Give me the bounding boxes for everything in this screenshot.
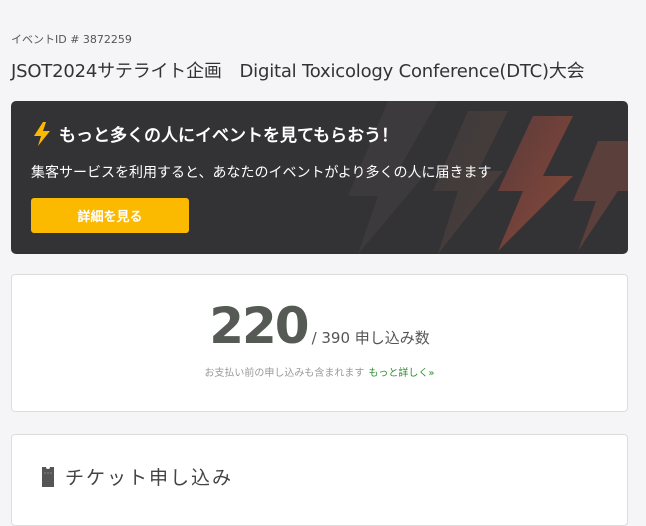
promo-title: もっと多くの人にイベントを見てもらおう！ bbox=[59, 126, 399, 146]
registration-note: お支払い前の申し込みも含まれます もっと詳しく» bbox=[12, 364, 627, 379]
ticket-heading: チケット申し込み bbox=[41, 463, 233, 490]
ticket-application-card: チケット申し込み bbox=[11, 434, 628, 526]
promo-details-button[interactable]: 詳細を見る bbox=[31, 198, 189, 233]
promo-banner: もっと多くの人にイベントを見てもらおう！ 集客サービスを利用すると、あなたのイベ… bbox=[11, 101, 628, 254]
registration-count-card: 220/ 390 申し込み数 お支払い前の申し込みも含まれます もっと詳しく» bbox=[11, 274, 628, 412]
registration-count: 220 bbox=[209, 297, 309, 355]
ticket-icon bbox=[42, 466, 54, 487]
ticket-section-title: チケット申し込み bbox=[65, 467, 234, 489]
registration-total: / 390 申し込み数 bbox=[311, 329, 430, 347]
lightning-icon bbox=[34, 121, 50, 146]
registration-count-line: 220/ 390 申し込み数 bbox=[12, 297, 627, 355]
promo-subtitle: 集客サービスを利用すると、あなたのイベントがより多くの人に届きます bbox=[31, 165, 492, 181]
more-details-link[interactable]: もっと詳しく» bbox=[368, 368, 434, 379]
registration-note-text: お支払い前の申し込みも含まれます bbox=[204, 368, 365, 379]
promo-heading: もっと多くの人にイベントを見てもらおう！ bbox=[31, 121, 398, 146]
event-id: イベントID # 3872259 bbox=[11, 33, 132, 46]
event-title: JSOT2024サテライト企画 Digital Toxicology Confe… bbox=[11, 61, 585, 82]
